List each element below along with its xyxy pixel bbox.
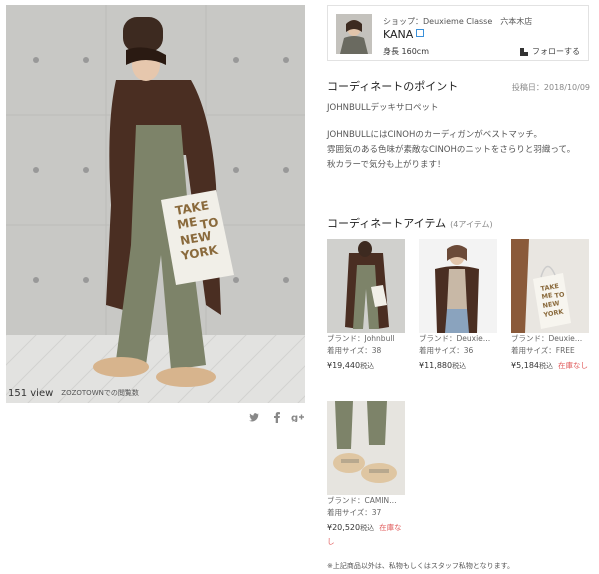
view-count: 151 view xyxy=(8,387,54,399)
item-price: ¥11,880 xyxy=(419,361,453,370)
out-of-stock-label: 在庫なし xyxy=(558,361,588,370)
item-image[interactable] xyxy=(419,239,497,333)
staff-height: 身長 160cm xyxy=(383,47,430,56)
follow-icon xyxy=(520,47,528,56)
shop-name[interactable]: ショップ：Deuxieme Classe 六本木店 xyxy=(383,16,532,27)
coordinate-item-card[interactable]: TAKE ME TO NEW YORK ブランド：Deuxie… 着用サイズ：F… xyxy=(511,239,591,373)
follow-button[interactable]: フォローする xyxy=(520,46,580,57)
item-price-row: ¥20,520税込 在庫なし xyxy=(327,521,407,549)
avatar[interactable] xyxy=(336,14,372,54)
post-date: 投稿日：2018/10/09 xyxy=(511,83,590,92)
description-line: 雰囲気のある色味が素敵なCINOHのニットをさらりと羽織って。 xyxy=(327,145,576,155)
coordinate-item-card[interactable]: ブランド：Johnbull 着用サイズ：38 ¥19,440税込 xyxy=(327,239,407,373)
item-count: (4アイテム) xyxy=(450,220,493,229)
item-price: ¥20,520 xyxy=(327,523,361,532)
item-price: ¥5,184 xyxy=(511,361,539,370)
items-title-text: コーディネートアイテム xyxy=(327,217,447,230)
coordinate-items-title: コーディネートアイテム (4アイテム) xyxy=(327,215,493,231)
item-tax-label: 税込 xyxy=(452,362,467,370)
shop-staff-card: ショップ：Deuxieme Classe 六本木店 KANA 身長 160cm … xyxy=(327,5,589,61)
item-price-row: ¥5,184税込 在庫なし xyxy=(511,359,591,373)
item-brand: ブランド：CAMIN… xyxy=(327,496,397,505)
items-footnote: ※上記商品以外は、私物もしくはスタッフ私物となります。 xyxy=(327,562,514,570)
view-count-note: ZOZOTOWNでの閲覧数 xyxy=(61,389,139,397)
staff-name[interactable]: KANA xyxy=(383,28,425,41)
coordinate-main-photo[interactable]: TAKE ME TO NEW YORK xyxy=(6,5,305,403)
follow-label: フォローする xyxy=(532,47,580,56)
item-size: 着用サイズ：38 xyxy=(327,346,382,355)
facebook-icon[interactable] xyxy=(270,410,284,424)
item-image[interactable]: TAKE ME TO NEW YORK xyxy=(511,239,589,333)
item-image[interactable] xyxy=(327,401,405,495)
item-size: 着用サイズ：37 xyxy=(327,508,382,517)
google-plus-icon[interactable]: g xyxy=(291,410,305,424)
svg-text:g: g xyxy=(291,413,298,422)
item-brand: ブランド：Deuxie… xyxy=(511,334,583,343)
description-line: 秋カラーで気分も上がります！ xyxy=(327,160,446,170)
item-image[interactable] xyxy=(327,239,405,333)
external-link-icon xyxy=(416,29,425,37)
staff-name-text[interactable]: KANA xyxy=(383,28,413,41)
item-price-row: ¥19,440税込 xyxy=(327,359,407,373)
item-price-row: ¥11,880税込 xyxy=(419,359,499,373)
twitter-icon[interactable] xyxy=(247,410,261,424)
coordinate-item-card[interactable]: ブランド：CAMIN… 着用サイズ：37 ¥20,520税込 在庫なし xyxy=(327,401,407,549)
item-size: 着用サイズ：FREE xyxy=(511,346,575,355)
description-line: JOHNBULLにはCINOHのカーディガンがベストマッチ。 xyxy=(327,130,543,140)
coordinate-subtitle: JOHNBULLデッキサロペット xyxy=(327,103,439,113)
coordinate-item-card[interactable]: ブランド：Deuxie… 着用サイズ：36 ¥11,880税込 xyxy=(419,239,499,373)
item-tax-label: 税込 xyxy=(360,524,375,532)
item-tax-label: 税込 xyxy=(539,362,553,370)
item-tax-label: 税込 xyxy=(360,362,375,370)
coordinate-description: JOHNBULLにはCINOHのカーディガンがベストマッチ。 雰囲気のある色味が… xyxy=(327,128,592,173)
item-brand: ブランド：Deuxie… xyxy=(419,334,491,343)
item-brand: ブランド：Johnbull xyxy=(327,334,395,343)
coordinate-point-title: コーディネートのポイント xyxy=(327,80,459,93)
item-size: 着用サイズ：36 xyxy=(419,346,474,355)
view-row: 151 view ZOZOTOWNでの閲覧数 xyxy=(8,382,305,404)
item-price: ¥19,440 xyxy=(327,361,361,370)
